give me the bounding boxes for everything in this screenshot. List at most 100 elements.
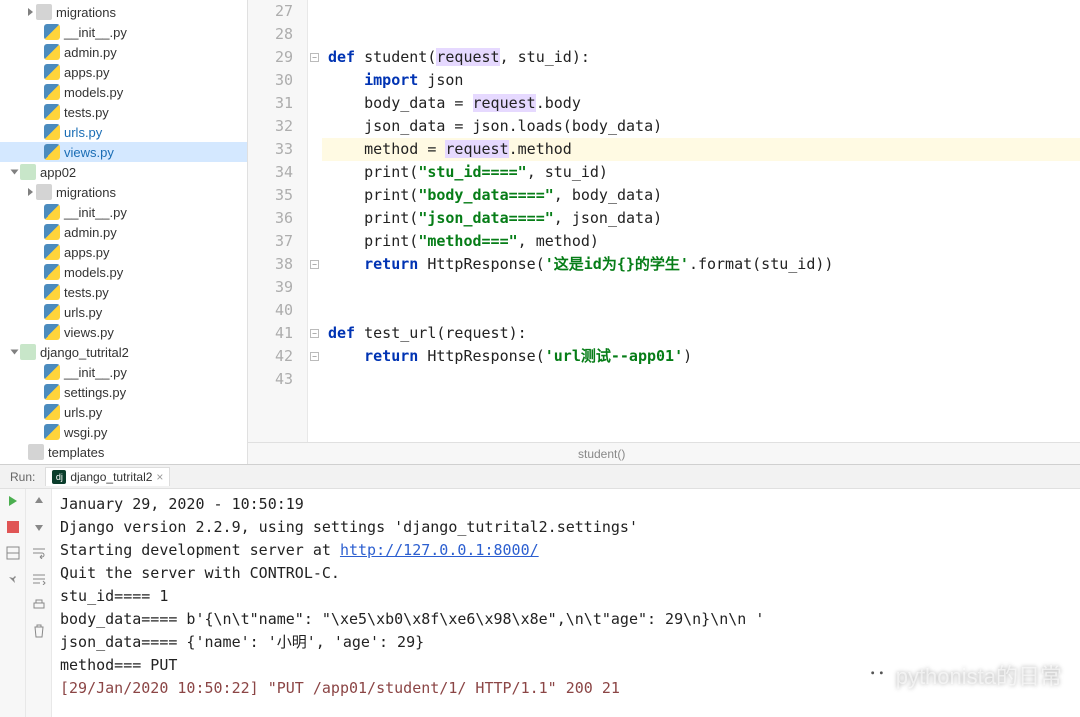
run-toolbar-left2 <box>26 489 52 717</box>
tree-label: views.py <box>64 145 114 160</box>
tree-item-admin-py[interactable]: admin.py <box>0 222 247 242</box>
server-url-link[interactable]: http://127.0.0.1:8000/ <box>340 541 539 559</box>
code-line-42[interactable]: return HttpResponse('url测试--app01') <box>322 345 1080 368</box>
close-icon[interactable]: × <box>156 470 163 484</box>
tree-label: tests.py <box>64 105 109 120</box>
pyfile-icon <box>44 24 60 40</box>
pyfile-icon <box>44 424 60 440</box>
run-label: Run: <box>0 470 45 484</box>
run-tab[interactable]: dj django_tutrital2 × <box>45 467 170 486</box>
stop-icon[interactable] <box>5 519 21 535</box>
code-line-35[interactable]: print("body_data====", body_data) <box>322 184 1080 207</box>
scroll-icon[interactable] <box>31 571 47 587</box>
tree-item-settings-py[interactable]: settings.py <box>0 382 247 402</box>
tree-item-urls-py[interactable]: urls.py <box>0 122 247 142</box>
console-line: Django version 2.2.9, using settings 'dj… <box>60 516 1072 539</box>
tree-item-__init__-py[interactable]: __init__.py <box>0 362 247 382</box>
code-line-39[interactable] <box>322 276 1080 299</box>
code-line-36[interactable]: print("json_data====", json_data) <box>322 207 1080 230</box>
tree-item-tests-py[interactable]: tests.py <box>0 102 247 122</box>
tree-label: models.py <box>64 85 123 100</box>
pyfile-icon <box>44 304 60 320</box>
pyfile-icon <box>44 224 60 240</box>
print-icon[interactable] <box>31 597 47 613</box>
pyfile-icon <box>44 144 60 160</box>
djfolder-icon <box>20 164 36 180</box>
code-line-30[interactable]: import json <box>322 69 1080 92</box>
tree-item-apps-py[interactable]: apps.py <box>0 62 247 82</box>
pyfile-icon <box>44 284 60 300</box>
tree-item-urls-py[interactable]: urls.py <box>0 302 247 322</box>
up-icon[interactable] <box>31 493 47 509</box>
code-line-40[interactable] <box>322 299 1080 322</box>
code-line-37[interactable]: print("method===", method) <box>322 230 1080 253</box>
tree-item-models-py[interactable]: models.py <box>0 82 247 102</box>
fold-marker[interactable]: − <box>310 260 319 269</box>
tree-item-app02[interactable]: app02 <box>0 162 247 182</box>
tree-item-models-py[interactable]: models.py <box>0 262 247 282</box>
console-line: stu_id==== 1 <box>60 585 1072 608</box>
code-line-32[interactable]: json_data = json.loads(body_data) <box>322 115 1080 138</box>
pyfile-icon <box>44 124 60 140</box>
tree-label: settings.py <box>64 385 126 400</box>
tree-item-admin-py[interactable]: admin.py <box>0 42 247 62</box>
trash-icon[interactable] <box>31 623 47 639</box>
tree-item-__init__-py[interactable]: __init__.py <box>0 22 247 42</box>
code-line-38[interactable]: return HttpResponse('这是id为{}的学生'.format(… <box>322 253 1080 276</box>
tree-item-views-py[interactable]: views.py <box>0 142 247 162</box>
tree-label: apps.py <box>64 245 110 260</box>
tree-item-django_tutrital2[interactable]: django_tutrital2 <box>0 342 247 362</box>
tree-item-__init__-py[interactable]: __init__.py <box>0 202 247 222</box>
code-line-31[interactable]: body_data = request.body <box>322 92 1080 115</box>
fold-marker[interactable]: − <box>310 352 319 361</box>
down-icon[interactable] <box>31 519 47 535</box>
fold-marker[interactable]: − <box>310 329 319 338</box>
tree-item-tests-py[interactable]: tests.py <box>0 282 247 302</box>
line-number-gutter: 2728293031323334353637383940414243 <box>248 0 308 442</box>
tree-label: django_tutrital2 <box>40 345 129 360</box>
console-output[interactable]: January 29, 2020 - 10:50:19Django versio… <box>52 489 1080 717</box>
fold-gutter[interactable]: − − − − <box>308 0 322 442</box>
console-line: Starting development server at http://12… <box>60 539 1072 562</box>
code-editor[interactable]: 2728293031323334353637383940414243 − − −− … <box>248 0 1080 442</box>
folder-icon <box>36 4 52 20</box>
tree-item-wsgi-py[interactable]: wsgi.py <box>0 422 247 442</box>
tree-label: views.py <box>64 325 114 340</box>
console-line: Quit the server with CONTROL-C. <box>60 562 1072 585</box>
code-line-29[interactable]: def student(request, stu_id): <box>322 46 1080 69</box>
code-line-33[interactable]: method = request.method <box>322 138 1080 161</box>
run-panel: Run: dj django_tutrital2 × J <box>0 464 1080 717</box>
code-area[interactable]: def student(request, stu_id): import jso… <box>322 0 1080 442</box>
tree-item-migrations[interactable]: migrations <box>0 2 247 22</box>
rerun-icon[interactable] <box>5 493 21 509</box>
project-tree[interactable]: migrations__init__.pyadmin.pyapps.pymode… <box>0 0 248 464</box>
pyfile-icon <box>44 44 60 60</box>
tree-label: urls.py <box>64 405 102 420</box>
layout-icon[interactable] <box>5 545 21 561</box>
tree-label: __init__.py <box>64 205 127 220</box>
code-line-28[interactable] <box>322 23 1080 46</box>
pyfile-icon <box>44 204 60 220</box>
folder-icon <box>28 444 44 460</box>
tree-label: migrations <box>56 185 116 200</box>
wrap-icon[interactable] <box>31 545 47 561</box>
code-line-34[interactable]: print("stu_id====", stu_id) <box>322 161 1080 184</box>
run-tab-label: django_tutrital2 <box>70 470 152 484</box>
pin-icon[interactable] <box>5 571 21 587</box>
tree-item-apps-py[interactable]: apps.py <box>0 242 247 262</box>
tree-item-migrations[interactable]: migrations <box>0 182 247 202</box>
tree-label: admin.py <box>64 225 117 240</box>
tree-item-templates[interactable]: templates <box>0 442 247 462</box>
code-line-43[interactable] <box>322 368 1080 391</box>
code-line-41[interactable]: def test_url(request): <box>322 322 1080 345</box>
code-line-27[interactable] <box>322 0 1080 23</box>
pyfile-icon <box>44 84 60 100</box>
tree-label: apps.py <box>64 65 110 80</box>
fold-marker[interactable]: − <box>310 53 319 62</box>
tree-label: __init__.py <box>64 365 127 380</box>
pyfile-icon <box>44 324 60 340</box>
breadcrumb[interactable]: student() <box>248 442 1080 464</box>
tree-item-views-py[interactable]: views.py <box>0 322 247 342</box>
console-line: January 29, 2020 - 10:50:19 <box>60 493 1072 516</box>
tree-item-urls-py[interactable]: urls.py <box>0 402 247 422</box>
